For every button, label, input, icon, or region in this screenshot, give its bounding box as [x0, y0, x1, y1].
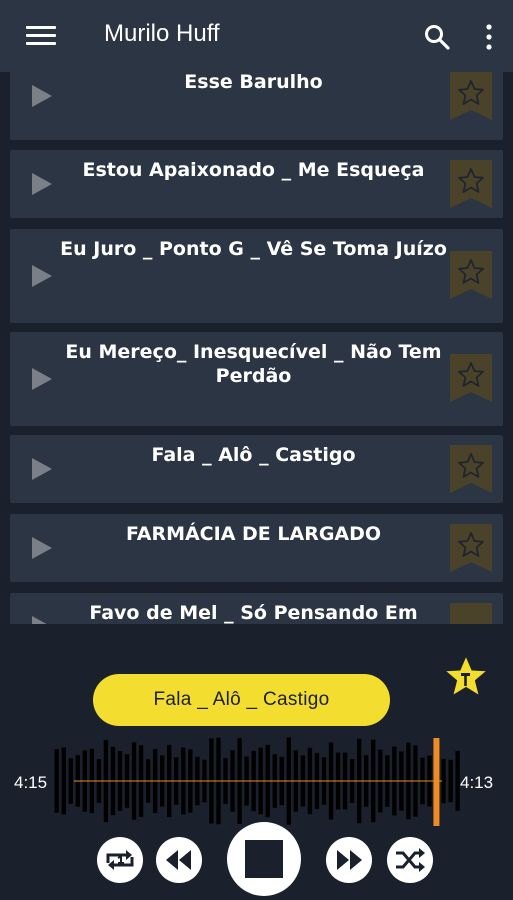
play-icon[interactable] [32, 265, 52, 287]
now-playing-title: Fala _ Alô _ Castigo [93, 674, 390, 726]
song-title: FARMÁCIA DE LARGADO [125, 523, 382, 545]
search-icon[interactable] [424, 24, 450, 50]
rewind-icon[interactable] [155, 836, 203, 884]
song-title: Favo de Mel _ Só Pensando Em [89, 602, 418, 624]
stop-icon[interactable] [227, 822, 301, 896]
waveform-seekbar[interactable] [54, 736, 462, 826]
song-title: Esse Barulho [184, 72, 323, 93]
waveform-bar [68, 758, 73, 804]
play-icon[interactable] [32, 368, 52, 390]
shuffle-icon[interactable] [386, 836, 434, 884]
more-vert-icon[interactable] [482, 24, 496, 50]
star-icon[interactable] [450, 72, 492, 120]
app-bar: Murilo Huff [0, 0, 513, 72]
song-title: Fala _ Alô _ Castigo [151, 444, 356, 466]
star-icon[interactable] [450, 160, 492, 208]
app-title: Murilo Huff [104, 20, 220, 47]
play-icon[interactable] [32, 458, 52, 480]
song-title: Eu Mereço_ Inesquecível _ Não Tem Perdão [65, 341, 442, 387]
song-card[interactable]: Esse Barulho [10, 72, 503, 140]
song-title: Estou Apaixonado _ Me Esqueça [82, 159, 425, 181]
song-card[interactable]: Eu Mereço_ Inesquecível _ Não Tem Perdão [10, 332, 503, 426]
play-icon[interactable] [32, 85, 52, 107]
play-icon[interactable] [32, 616, 52, 624]
remaining-time: 4:13 [460, 773, 494, 792]
song-title: Eu Juro _ Ponto G _ Vê Se Toma Juízo [60, 238, 447, 260]
waveform-bar [61, 747, 66, 815]
repeat-one-icon[interactable] [96, 836, 144, 884]
waveform-bar [455, 751, 460, 811]
song-card[interactable]: Eu Juro _ Ponto G _ Vê Se Toma Juízo [10, 229, 503, 323]
fast-forward-icon[interactable] [325, 836, 373, 884]
song-card[interactable]: FARMÁCIA DE LARGADO [10, 514, 503, 582]
waveform-bar [54, 749, 59, 813]
song-card[interactable]: Fala _ Alô _ Castigo [10, 435, 503, 503]
star-icon[interactable] [450, 603, 492, 624]
song-card[interactable]: Estou Apaixonado _ Me Esqueça [10, 150, 503, 218]
play-icon[interactable] [32, 537, 52, 559]
star-icon[interactable] [443, 654, 489, 698]
play-icon[interactable] [32, 173, 52, 195]
star-icon[interactable] [450, 354, 492, 402]
star-icon[interactable] [450, 251, 492, 299]
waveform-bar [448, 759, 453, 803]
seek-thumb[interactable] [433, 738, 440, 826]
song-list[interactable]: Esse Barulho Estou Apaixonado _ Me Esque… [0, 72, 513, 624]
star-icon[interactable] [450, 445, 492, 493]
elapsed-time: 4:15 [14, 773, 48, 792]
song-card[interactable]: Favo de Mel _ Só Pensando Em [10, 593, 503, 624]
menu-icon[interactable] [26, 26, 56, 46]
waveform-bar [441, 758, 446, 804]
star-icon[interactable] [450, 524, 492, 572]
